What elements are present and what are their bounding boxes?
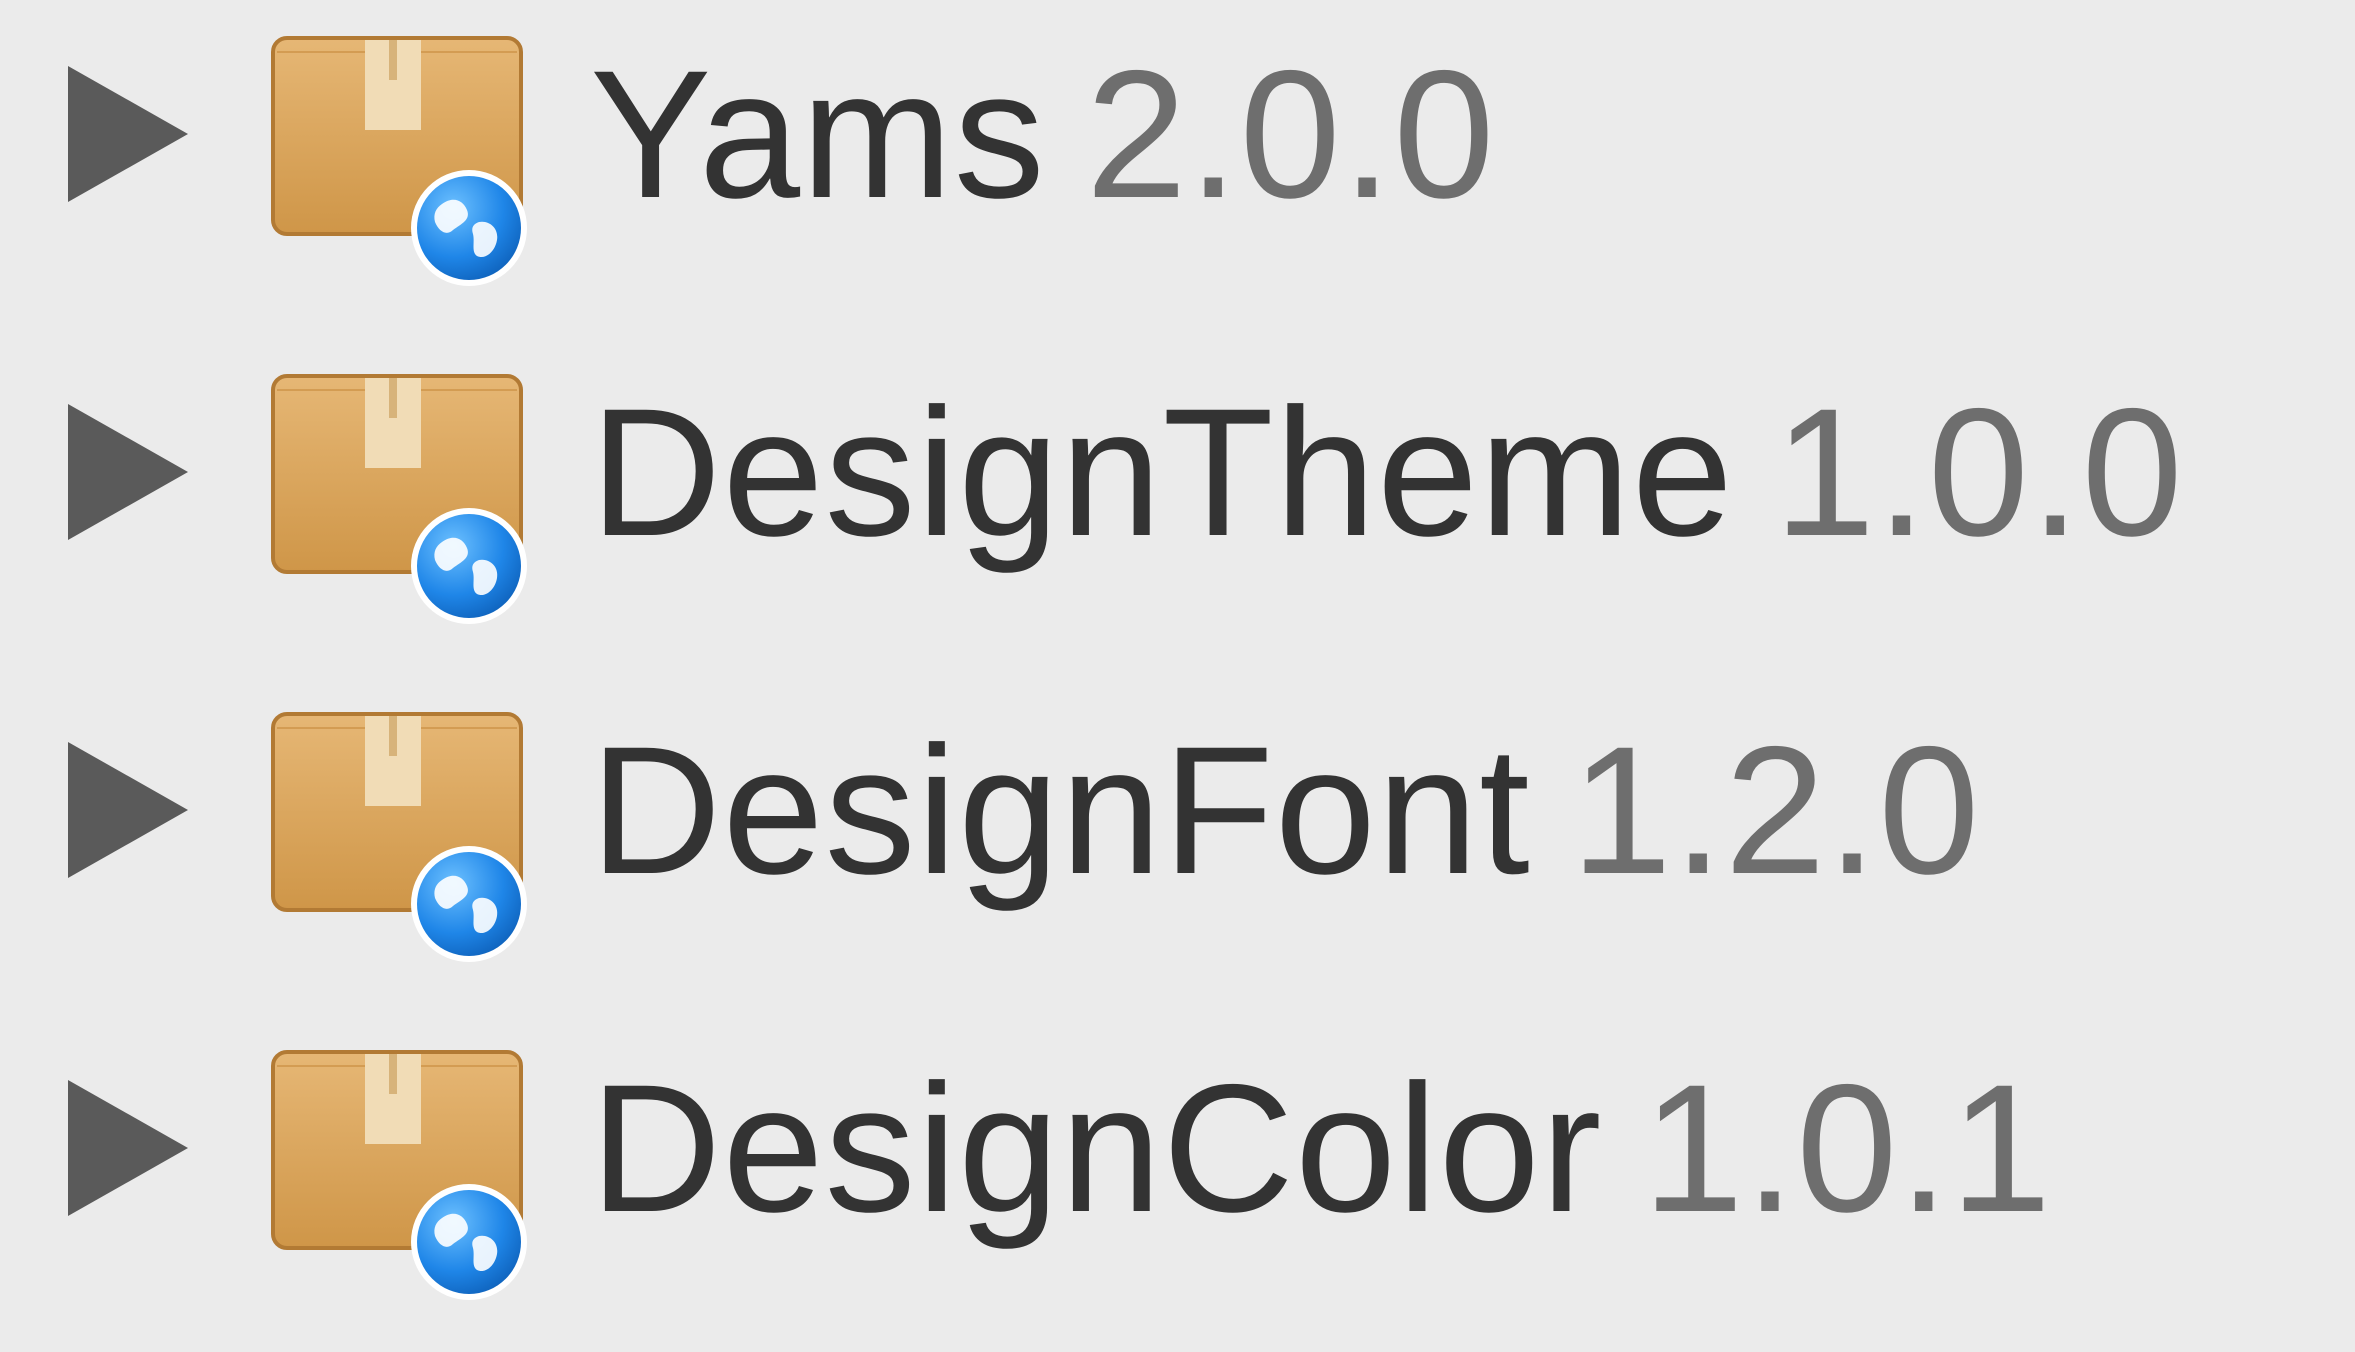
disclosure-triangle-right-icon[interactable] <box>60 54 200 214</box>
package-row-designcolor[interactable]: DesignColor 1.0.1 <box>0 1014 2355 1352</box>
package-name: DesignTheme <box>590 370 1734 574</box>
package-label: Yams 2.0.0 <box>590 34 1496 234</box>
package-row-yams[interactable]: Yams 2.0.0 <box>0 0 2355 338</box>
package-version: 2.0.0 <box>1085 32 1496 236</box>
package-name: DesignColor <box>590 1046 1603 1250</box>
package-list: Yams 2.0.0 DesignTheme 1.0.0 DesignFont 1.2… <box>0 0 2355 1302</box>
disclosure-triangle-right-icon[interactable] <box>60 730 200 890</box>
package-version: 1.2.0 <box>1570 708 1981 912</box>
package-box-globe-icon <box>271 1050 529 1302</box>
package-label: DesignFont 1.2.0 <box>590 710 1981 910</box>
package-row-designfont[interactable]: DesignFont 1.2.0 <box>0 676 2355 1014</box>
package-box-globe-icon <box>271 36 529 288</box>
disclosure-triangle-right-icon[interactable] <box>60 392 200 552</box>
package-version: 1.0.1 <box>1642 1046 2053 1250</box>
package-box-globe-icon <box>271 712 529 964</box>
package-box-globe-icon <box>271 374 529 626</box>
package-name: DesignFont <box>590 708 1531 912</box>
package-label: DesignTheme 1.0.0 <box>590 372 2184 572</box>
package-version: 1.0.0 <box>1773 370 2184 574</box>
package-label: DesignColor 1.0.1 <box>590 1048 2052 1248</box>
package-name: Yams <box>590 32 1046 236</box>
disclosure-triangle-right-icon[interactable] <box>60 1068 200 1228</box>
package-row-designtheme[interactable]: DesignTheme 1.0.0 <box>0 338 2355 676</box>
